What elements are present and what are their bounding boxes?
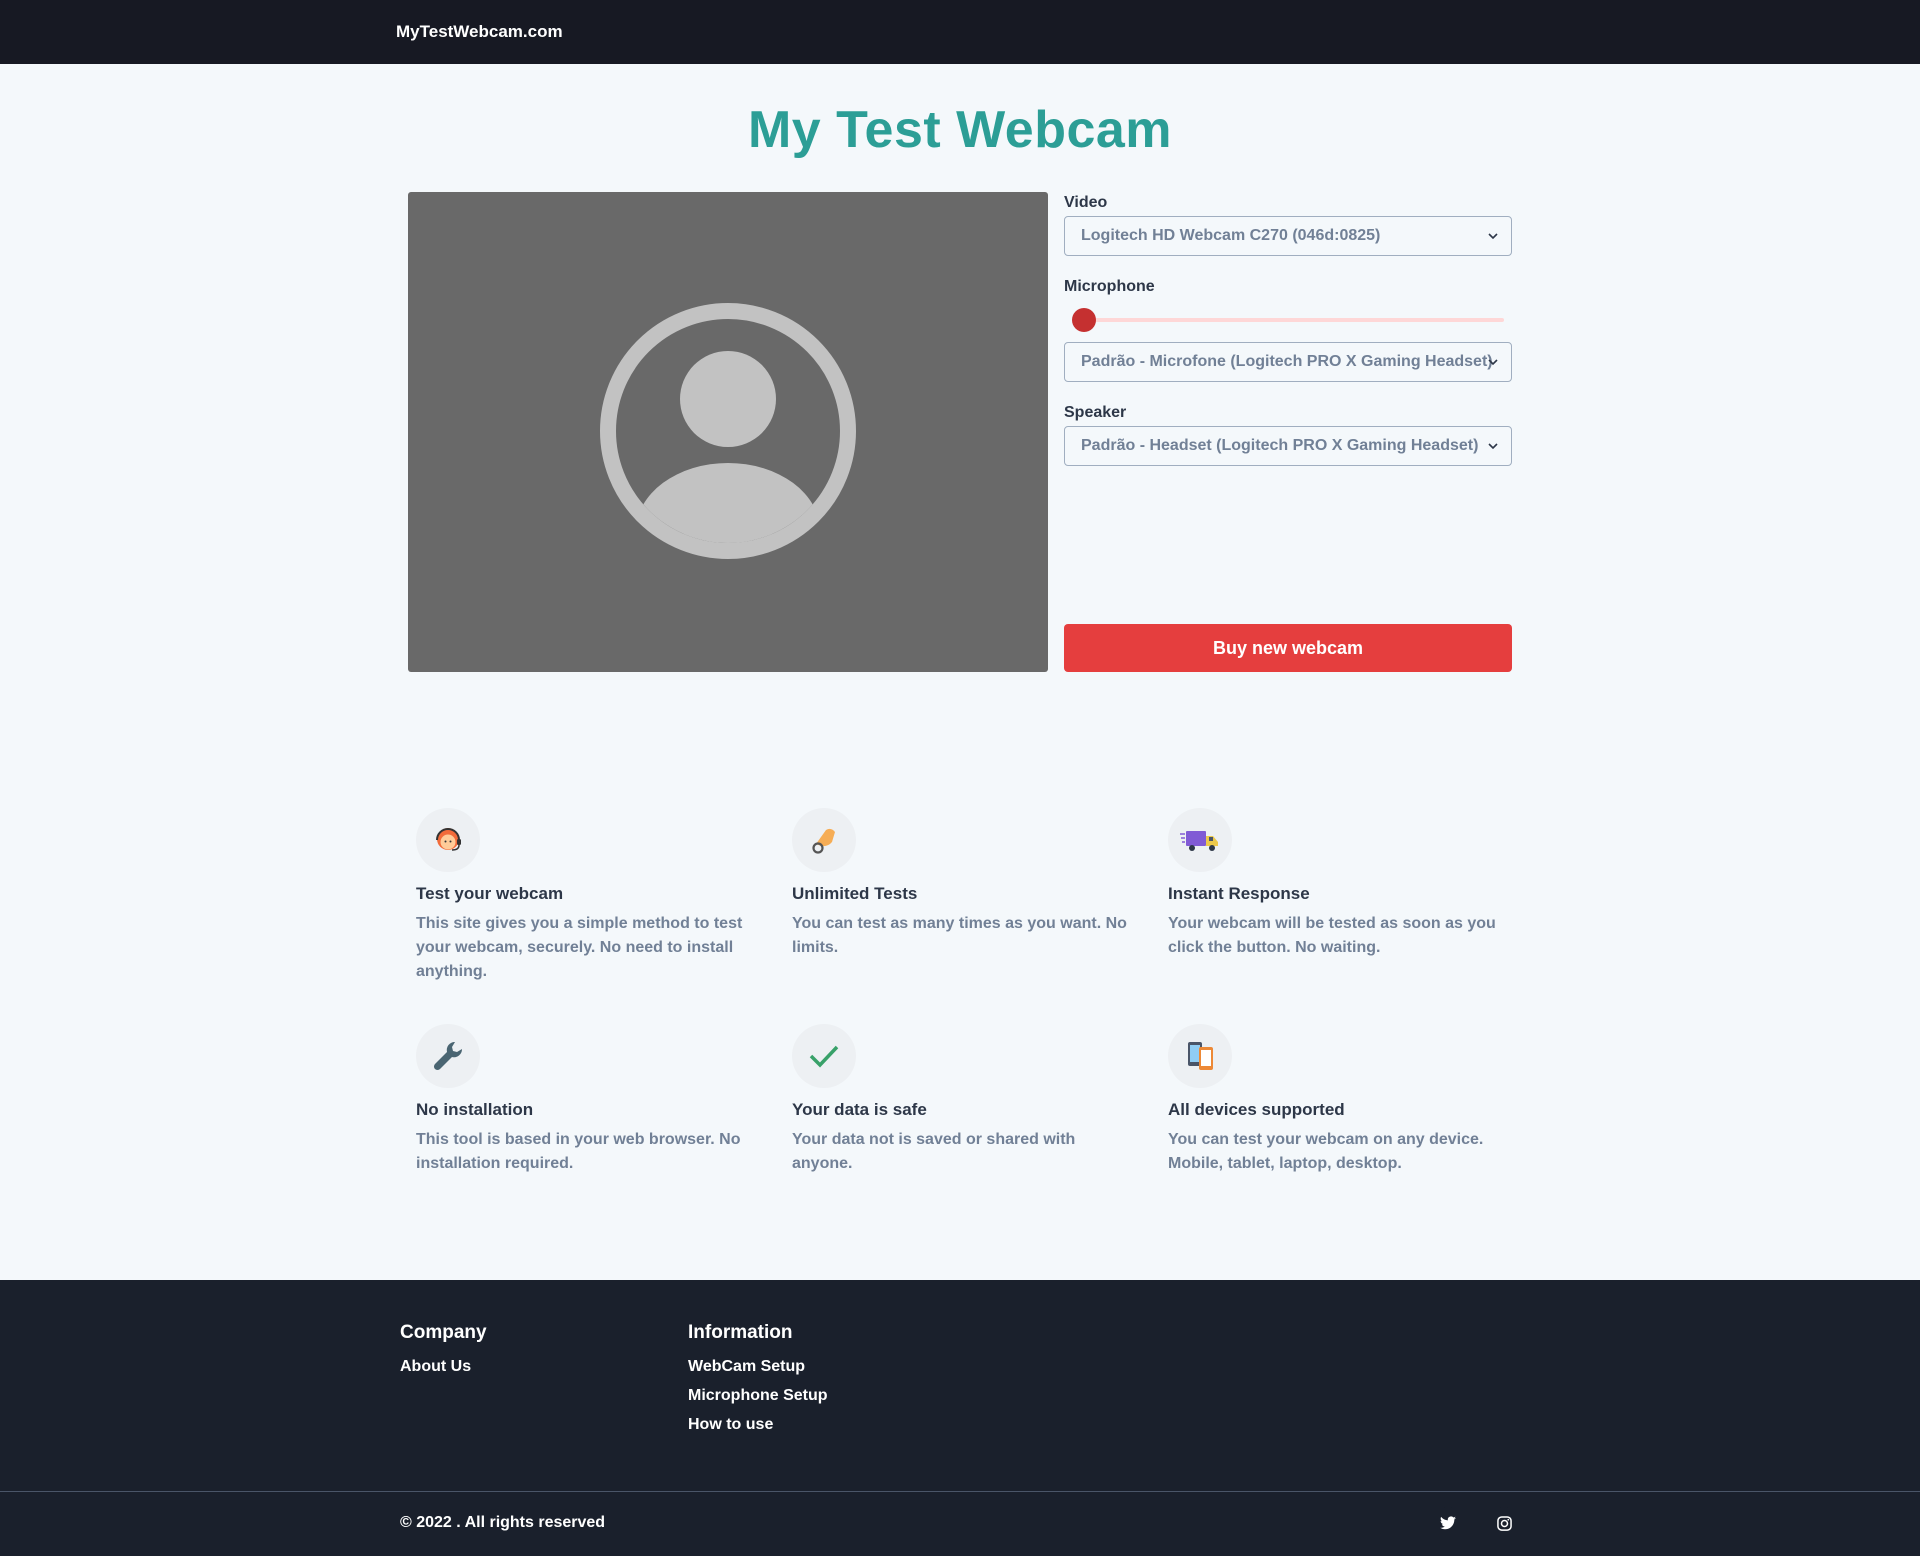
feature-title: Instant Response — [1168, 884, 1310, 903]
feature-text: This tool is based in your web browser. … — [416, 1131, 741, 1172]
footer-company-column: Company About Us — [400, 1322, 688, 1445]
feature-title: Your data is safe — [792, 1100, 927, 1119]
slider-thumb[interactable] — [1072, 308, 1096, 332]
feature-text: You can test as many times as you want. … — [792, 915, 1127, 956]
feature-title: No installation — [416, 1100, 534, 1119]
feature-item: No installation This tool is based in yo… — [416, 1024, 756, 1176]
footer-heading-information: Information — [688, 1322, 793, 1343]
speaker-select-value: Padrão - Headset (Logitech PRO X Gaming … — [1081, 437, 1479, 454]
microphone-label: Microphone — [1064, 278, 1155, 295]
footer-heading-company: Company — [400, 1322, 487, 1343]
chevron-down-icon — [1488, 233, 1498, 240]
webcam-test-area: Video Logitech HD Webcam C270 (046d:0825… — [408, 192, 1512, 672]
brand-logo-text[interactable]: MyTestWebcam.com — [396, 22, 563, 41]
feature-title: Unlimited Tests — [792, 884, 918, 903]
user-placeholder-icon — [600, 303, 856, 559]
page-title: My Test Webcam — [747, 101, 1173, 159]
video-device-select[interactable]: Logitech HD Webcam C270 (046d:0825) — [1064, 216, 1512, 256]
microphone-device-select[interactable]: Padrão - Microfone (Logitech PRO X Gamin… — [1064, 342, 1512, 382]
speaker-label: Speaker — [1064, 404, 1127, 421]
feature-text: Your webcam will be tested as soon as yo… — [1168, 915, 1496, 956]
delivery-truck-icon — [1168, 808, 1232, 872]
feature-item: Your data is safe Your data not is saved… — [792, 1024, 1132, 1176]
copyright-text: © 2022 . All rights reserved — [400, 1514, 606, 1531]
speaker-device-select[interactable]: Padrão - Headset (Logitech PRO X Gaming … — [1064, 426, 1512, 466]
checkmark-icon — [792, 1024, 856, 1088]
feature-item: Test your webcam This site gives you a s… — [416, 808, 756, 984]
feature-title: Test your webcam — [416, 884, 564, 903]
buy-webcam-button[interactable]: Buy new webcam — [1064, 624, 1512, 672]
chevron-down-icon — [1488, 359, 1498, 366]
twitter-icon[interactable] — [1432, 1507, 1464, 1539]
feature-text: This site gives you a simple method to t… — [416, 915, 743, 980]
chevron-down-icon — [1488, 443, 1498, 450]
footer-divider — [0, 1491, 1920, 1492]
feature-item: All devices supported You can test your … — [1168, 1024, 1508, 1176]
footer-link-microphone-setup[interactable]: Microphone Setup — [688, 1387, 976, 1405]
wrench-icon — [416, 1024, 480, 1088]
footer-link-about-us[interactable]: About Us — [400, 1358, 688, 1376]
device-controls: Video Logitech HD Webcam C270 (046d:0825… — [1064, 192, 1512, 672]
devices-icon — [1168, 1024, 1232, 1088]
slider-track — [1072, 318, 1504, 322]
video-select-value: Logitech HD Webcam C270 (046d:0825) — [1081, 227, 1381, 244]
instagram-icon[interactable] — [1488, 1507, 1520, 1539]
top-navbar: MyTestWebcam.com — [0, 0, 1920, 64]
video-preview — [408, 192, 1048, 672]
microphone-level-slider[interactable] — [1064, 308, 1512, 332]
feature-item: Unlimited Tests You can test as many tim… — [792, 808, 1132, 984]
features-grid: Test your webcam This site gives you a s… — [416, 808, 1544, 1176]
footer-information-column: Information WebCam Setup Microphone Setu… — [688, 1322, 976, 1445]
footer-link-webcam-setup[interactable]: WebCam Setup — [688, 1358, 976, 1376]
hand-icon — [792, 808, 856, 872]
feature-text: You can test your webcam on any device. … — [1168, 1131, 1484, 1172]
footer-columns: Company About Us Information WebCam Setu… — [400, 1322, 976, 1445]
feature-text: Your data not is saved or shared with an… — [792, 1131, 1076, 1172]
footer: Company About Us Information WebCam Setu… — [0, 1280, 1920, 1556]
footer-link-how-to-use[interactable]: How to use — [688, 1416, 976, 1434]
microphone-select-value: Padrão - Microfone (Logitech PRO X Gamin… — [1081, 353, 1493, 370]
feature-title: All devices supported — [1168, 1100, 1345, 1119]
feature-item: Instant Response Your webcam will be tes… — [1168, 808, 1508, 984]
social-links — [1432, 1507, 1520, 1539]
video-label: Video — [1064, 194, 1108, 211]
support-agent-icon — [416, 808, 480, 872]
